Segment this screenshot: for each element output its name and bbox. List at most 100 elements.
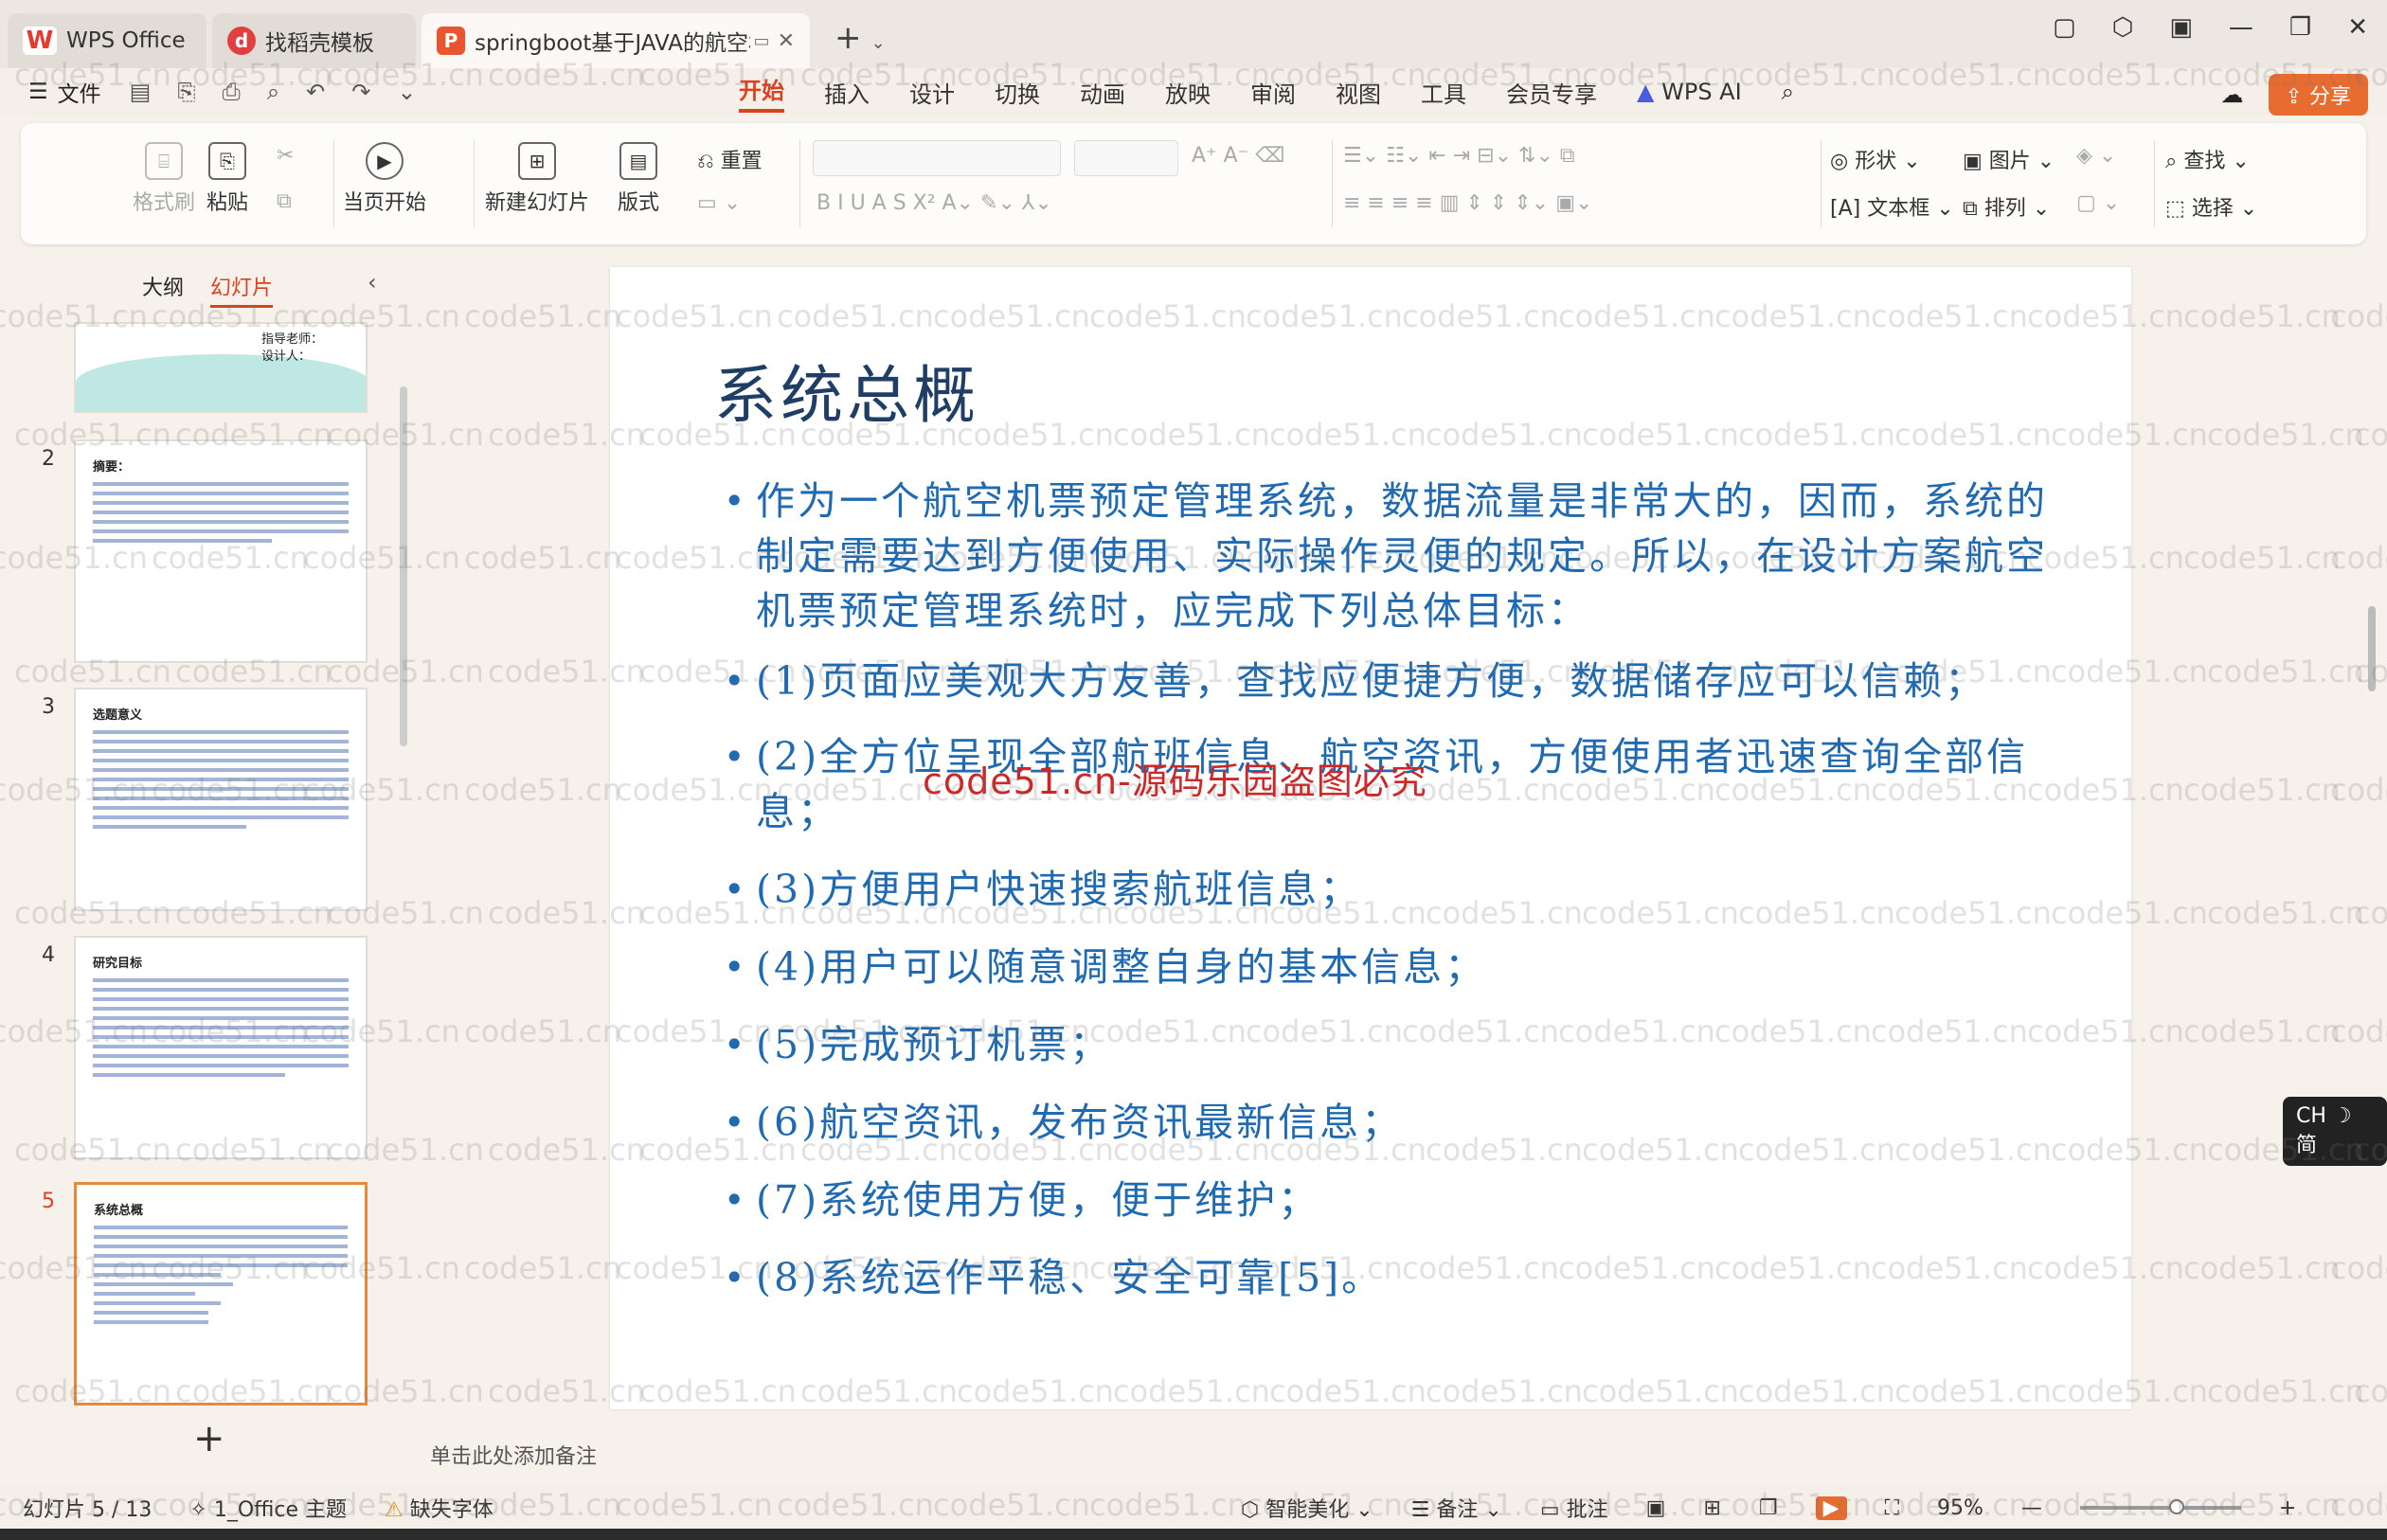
outline-icon[interactable]: ▢ ⌄ [2076, 191, 2120, 215]
tab-docer-templates[interactable]: d 找稻壳模板 [212, 13, 416, 68]
arrange-button[interactable]: ⧉ 排列 ⌄ [1963, 191, 2050, 222]
bullet-list[interactable]: 作为一个航空机票预定管理系统，数据流量是非常大的，因而，系统的制定需要达到方便使… [724, 474, 2088, 1305]
restore-icon[interactable]: ❐ [2289, 13, 2311, 42]
play-from-current-button[interactable]: ▶ 当页开始 [343, 142, 426, 216]
picture-button[interactable]: ▣ 图片 ⌄ [1963, 144, 2055, 174]
more-chevron-icon[interactable]: ⌄ [397, 79, 416, 105]
ribbon-toolbar: ⌸ 格式刷 ⎘ 粘贴 ✂ ⧉ ▶ 当页开始 ⊞ 新建幻灯片 ▤ 版式 ⎌ 重置 … [21, 123, 2366, 244]
tab-view[interactable]: 视图 [1336, 76, 1381, 109]
print-icon[interactable]: ⎙ [223, 79, 241, 105]
ime-indicator[interactable]: CH ☽ 简 [2283, 1097, 2387, 1166]
paste-button[interactable]: ⎘ 粘贴 [206, 142, 248, 216]
select-label: 选择 [2191, 197, 2234, 221]
tab-wps-office[interactable]: W WPS Office [8, 13, 206, 68]
textbox-button[interactable]: [A] 文本框 ⌄ [1830, 191, 1954, 222]
copy-icon[interactable]: ⧉ [277, 189, 292, 213]
slide-thumbnail-5[interactable]: 系统总概 [74, 1182, 368, 1406]
tab-list-chevron-icon[interactable]: ⌄ [871, 33, 886, 53]
smart-beautify-button[interactable]: ⬡ 智能美化 ⌄ [1241, 1493, 1373, 1523]
shape-button[interactable]: ◎ 形状 ⌄ [1830, 144, 1921, 174]
print-preview-icon[interactable]: ⌕ [267, 79, 279, 105]
slide-thumbnail-1[interactable]: 指导老师： 设计人： [74, 322, 368, 413]
cube-icon[interactable]: ⬡ [2112, 13, 2134, 42]
minimize-icon[interactable]: — [2229, 13, 2253, 42]
text-line [93, 806, 349, 810]
normal-view-icon[interactable]: ▣ [1646, 1496, 1666, 1520]
tab-tools[interactable]: 工具 [1421, 76, 1466, 109]
zoom-slider-knob[interactable] [2168, 1499, 2184, 1514]
theme-label: 1_Office 主题 [213, 1498, 348, 1522]
close-icon[interactable]: ✕ [778, 29, 795, 53]
status-right: ⬡ 智能美化 ⌄ ☰ 备注 ⌄ ▭ 批注 ▣ ⊞ ❐ ▶ ⛶ 95% — + [1241, 1493, 2296, 1523]
reset-button[interactable]: ⎌ 重置 [697, 144, 763, 174]
tab-animation[interactable]: 动画 [1080, 76, 1125, 109]
save-icon[interactable]: ▤ [130, 79, 152, 105]
zoom-level[interactable]: 95% [1937, 1496, 1983, 1520]
search-icon[interactable]: ⌕ [1782, 79, 1794, 105]
tab-slides[interactable]: 幻灯片 [210, 271, 274, 308]
tab-outline[interactable]: 大纲 [142, 271, 184, 308]
tab-review[interactable]: 审阅 [1250, 76, 1296, 109]
slide-canvas[interactable]: 系统总概 作为一个航空机票预定管理系统，数据流量是非常大的，因而，系统的制定需要… [610, 267, 2131, 1409]
slide-title[interactable]: 系统总概 [714, 345, 979, 436]
notes-button[interactable]: ☰ 备注 ⌄ [1411, 1493, 1502, 1523]
text-format-icons[interactable]: B I U A S X² A⌄ ✎⌄ ⅄⌄ [817, 191, 1052, 215]
file-menu[interactable]: ☰ 文件 [28, 76, 101, 108]
format-painter-button[interactable]: ⌸ 格式刷 [133, 142, 195, 216]
add-slide-plus-icon[interactable]: + [193, 1417, 225, 1460]
reading-view-icon[interactable]: ❐ [1759, 1496, 1778, 1520]
text-line [94, 1311, 208, 1315]
text-line [94, 1263, 348, 1267]
theme-button[interactable]: ✧ 1_Office 主题 [189, 1493, 347, 1523]
font-size-controls-icon[interactable]: A⁺ A⁻ ⌫ [1192, 144, 1284, 168]
missing-font-button[interactable]: ⚠ 缺失字体 [385, 1493, 494, 1523]
tab-design[interactable]: 设计 [909, 76, 955, 109]
slideshow-play-icon[interactable]: ▶ [1815, 1495, 1847, 1520]
canvas-scrollbar[interactable] [2368, 606, 2376, 691]
font-family-select[interactable] [813, 140, 1061, 176]
window-frame-icon[interactable]: ▢ [2053, 13, 2076, 42]
share-button[interactable]: ⇪ 分享 [2268, 74, 2368, 116]
fill-icon[interactable]: ◈ ⌄ [2076, 144, 2116, 168]
paragraph-icons-bottom[interactable]: ≡ ≡ ≡ ≡ ▥ ⇕ ⇕ ⇕⌄ ▣⌄ [1343, 191, 1592, 215]
new-tab-plus-icon[interactable]: + [835, 19, 862, 57]
export-icon[interactable]: ⎘ [177, 79, 195, 105]
tab-member[interactable]: 会员专享 [1506, 76, 1597, 109]
zoom-out-icon[interactable]: — [2021, 1496, 2042, 1520]
find-button[interactable]: ⌕ 查找 ⌄ [2165, 144, 2250, 174]
slide-thumbnail-2[interactable]: 摘要： [74, 439, 368, 663]
new-slide-button[interactable]: ⊞ 新建幻灯片 [485, 142, 589, 216]
reset-label: 重置 [720, 150, 763, 173]
bullet-item: (3)方便用户快速搜索航班信息； [724, 862, 2088, 917]
section-icon[interactable]: ▭ ⌄ [697, 191, 741, 215]
watermark-text: code51.cn [2354, 417, 2387, 453]
comments-button[interactable]: ▭ 批注 [1540, 1493, 1608, 1523]
paragraph-icons-top[interactable]: ☰⌄ ☷⌄ ⇤ ⇥ ⊟⌄ ⇅⌄ ⧉ [1343, 144, 1575, 168]
tab-current-presentation[interactable]: P springboot基于JAVA的航空机 ▭ ✕ [422, 13, 810, 68]
notes-placeholder[interactable]: 单击此处添加备注 [430, 1440, 597, 1470]
font-size-select[interactable] [1074, 140, 1178, 176]
watermark-text: code51.cn [2207, 895, 2364, 931]
fit-window-icon[interactable]: ⛶ [1885, 1496, 1899, 1520]
zoom-slider[interactable] [2079, 1499, 2241, 1514]
undo-icon[interactable]: ↶ [306, 79, 325, 105]
cloud-icon[interactable]: ☁ [2221, 81, 2244, 108]
redo-icon[interactable]: ↷ [351, 79, 370, 105]
tab-insert[interactable]: 插入 [824, 76, 870, 109]
layout-button[interactable]: ▤ 版式 [618, 142, 659, 216]
tab-wps-ai[interactable]: ▲ WPS AI [1637, 79, 1742, 105]
cut-icon[interactable]: ✂ [277, 144, 294, 168]
watermark-text: code51.cn [2183, 772, 2341, 808]
tab-transitions[interactable]: 切换 [995, 76, 1040, 109]
zoom-in-icon[interactable]: + [2279, 1496, 2296, 1520]
collapse-panel-icon[interactable]: ‹ [368, 269, 377, 295]
tab-home[interactable]: 开始 [739, 72, 784, 113]
select-button[interactable]: ⬚ 选择 ⌄ [2165, 191, 2257, 222]
panel-scrollbar[interactable] [400, 386, 407, 746]
slide-thumbnail-4[interactable]: 研究目标 [74, 936, 368, 1159]
slide-thumbnail-3[interactable]: 选题意义 [74, 688, 368, 911]
close-window-icon[interactable]: ✕ [2347, 13, 2368, 42]
avatar[interactable]: ▣ [2169, 13, 2193, 42]
tab-slideshow[interactable]: 放映 [1165, 76, 1211, 109]
sorter-view-icon[interactable]: ⊞ [1703, 1496, 1720, 1520]
